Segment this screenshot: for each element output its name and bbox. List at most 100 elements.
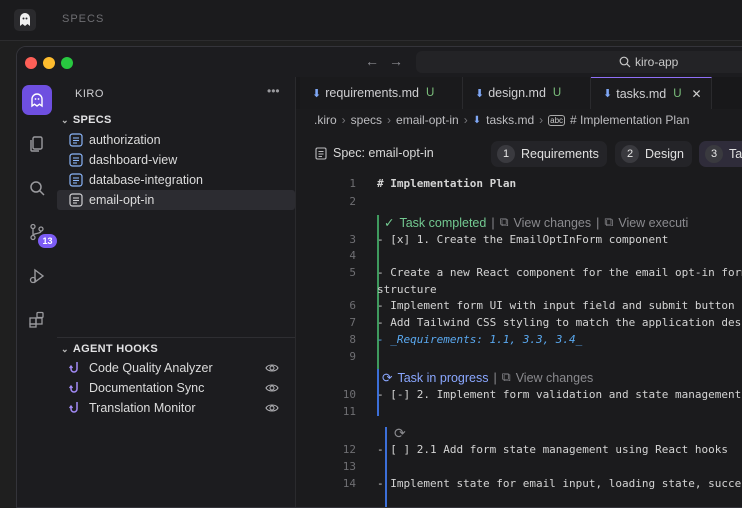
- subtask-codelens: ⟳: [394, 425, 406, 442]
- chevron-right-icon: ›: [539, 113, 544, 127]
- check-icon: ✓: [384, 216, 395, 230]
- sidebar-title: KIRO: [75, 88, 104, 100]
- kiro-logo-icon: [14, 9, 36, 31]
- close-tab-icon[interactable]: ✕: [692, 87, 702, 101]
- task-in-progress-codelens: ⟳ Task in progress | ⧉ View changes: [382, 370, 593, 385]
- spec-item-authorization[interactable]: authorization: [57, 130, 295, 150]
- view-changes-icon: ⧉: [501, 370, 511, 384]
- spec-item-label: dashboard-view: [89, 153, 178, 167]
- step-requirements[interactable]: 1 Requirements: [491, 141, 607, 167]
- app-window: ← → kiro-app 13 KIRO ••• ⌄ SPECS authori…: [16, 46, 742, 508]
- chevron-right-icon: ›: [463, 113, 468, 127]
- back-arrow-icon[interactable]: ←: [365, 53, 379, 69]
- activity-explorer[interactable]: [22, 129, 52, 159]
- markdown-download-icon: ⬇: [475, 87, 485, 100]
- sync-icon: ⟳: [382, 371, 393, 385]
- breadcrumb-item[interactable]: .kiro: [314, 113, 337, 127]
- search-icon: [619, 56, 631, 68]
- step-label: Requirements: [521, 147, 599, 161]
- code-line: - [x] 1. Create the EmailOptInForm compo…: [377, 233, 669, 246]
- outer-title: SPECS: [62, 13, 105, 25]
- editor-area: ⬇ requirements.md U ⬇ design.md U ⬇ task…: [296, 77, 742, 507]
- line-number: 12: [342, 443, 356, 456]
- symbol-string-icon: abc: [548, 114, 566, 126]
- agent-hooks-section-header[interactable]: ⌄ AGENT HOOKS: [61, 343, 158, 355]
- line-number: 9: [349, 350, 356, 363]
- tab-requirements[interactable]: ⬇ requirements.md U: [300, 77, 463, 109]
- document-icon: [315, 146, 327, 160]
- activity-bar: 13: [17, 77, 57, 507]
- hook-item-code-quality-analyzer[interactable]: Code Quality Analyzer: [57, 358, 295, 378]
- close-window-button[interactable]: [25, 57, 37, 69]
- step-label: Task: [729, 147, 742, 161]
- activity-search[interactable]: [22, 173, 52, 203]
- command-search[interactable]: kiro-app: [416, 51, 742, 73]
- specs-section-header[interactable]: ⌄ SPECS: [61, 114, 112, 126]
- sync-icon: ⟳: [394, 425, 406, 441]
- tab-design[interactable]: ⬇ design.md U: [463, 77, 591, 109]
- view-execution-link[interactable]: View executi: [618, 216, 688, 230]
- spec-item-database-integration[interactable]: database-integration: [57, 170, 295, 190]
- code-line: structure: [377, 283, 437, 296]
- eye-icon[interactable]: [265, 402, 279, 414]
- tab-tasks[interactable]: ⬇ tasks.md U ✕: [591, 77, 712, 109]
- chevron-down-icon: ⌄: [61, 343, 69, 354]
- code-line: - _Requirements: 1.1, 3.3, 3.4_: [377, 333, 583, 346]
- codelens-separator: |: [491, 215, 495, 230]
- spec-item-dashboard-view[interactable]: dashboard-view: [57, 150, 295, 170]
- tab-label: design.md: [488, 86, 546, 100]
- spec-document-icon: [69, 153, 83, 167]
- chevron-right-icon: ›: [341, 113, 346, 127]
- markdown-download-icon: ⬇: [312, 87, 322, 100]
- breadcrumb: .kiro › specs › email-opt-in › ⬇ tasks.m…: [314, 113, 689, 127]
- task-completed-codelens: ✓ Task completed | ⧉ View changes | ⧉ Vi…: [384, 215, 688, 230]
- outer-header: SPECS: [0, 0, 742, 41]
- step-task[interactable]: 3 Task: [699, 141, 742, 167]
- markdown-download-icon: ⬇: [472, 114, 482, 126]
- activity-kiro[interactable]: [22, 85, 52, 115]
- eye-icon[interactable]: [265, 382, 279, 394]
- line-number: 4: [349, 249, 356, 262]
- more-actions-icon[interactable]: •••: [267, 84, 280, 98]
- code-line: - Implement form UI with input field and…: [377, 299, 735, 312]
- view-changes-link[interactable]: View changes: [516, 371, 594, 385]
- markdown-download-icon: ⬇: [603, 88, 613, 100]
- debug-icon: [29, 268, 45, 284]
- untracked-mark: U: [426, 87, 435, 99]
- spec-item-label: email-opt-in: [89, 193, 155, 207]
- hook-icon: [69, 362, 78, 373]
- breadcrumb-item[interactable]: tasks.md: [486, 113, 534, 127]
- minimize-window-button[interactable]: [43, 57, 55, 69]
- breadcrumb-heading[interactable]: # Implementation Plan: [570, 113, 689, 127]
- line-number: 3: [349, 233, 356, 246]
- activity-run-debug[interactable]: [22, 261, 52, 291]
- code-line: - Add Tailwind CSS styling to match the …: [377, 316, 742, 329]
- hook-item-documentation-sync[interactable]: Documentation Sync: [57, 378, 295, 398]
- extensions-icon: [29, 311, 44, 328]
- activity-source-control[interactable]: 13: [22, 217, 57, 248]
- breadcrumb-item[interactable]: email-opt-in: [396, 113, 459, 127]
- eye-icon[interactable]: [265, 362, 279, 374]
- code-line: - [ ] 2.1 Add form state management usin…: [377, 443, 728, 456]
- line-number: 2: [349, 195, 356, 208]
- hook-item-translation-monitor[interactable]: Translation Monitor: [57, 398, 295, 418]
- hook-icon: [69, 382, 78, 393]
- view-changes-link[interactable]: View changes: [514, 216, 592, 230]
- code-editor[interactable]: 1 2 3 4 5 6 7 8 9 10 11 12 13 14 # Imple…: [296, 177, 742, 507]
- source-control-badge: 13: [38, 234, 57, 248]
- step-label: Design: [645, 147, 684, 161]
- line-number: 1: [349, 177, 356, 190]
- forward-arrow-icon[interactable]: →: [389, 53, 403, 69]
- activity-extensions[interactable]: [22, 305, 52, 335]
- line-number: 5: [349, 266, 356, 279]
- search-text: kiro-app: [635, 55, 679, 69]
- breadcrumb-item[interactable]: specs: [351, 113, 382, 127]
- line-number: 13: [342, 460, 356, 473]
- maximize-window-button[interactable]: [61, 57, 73, 69]
- titlebar: ← → kiro-app: [17, 47, 742, 77]
- search-icon: [30, 181, 45, 196]
- task-in-progress-label: Task in progress: [397, 370, 489, 385]
- step-design[interactable]: 2 Design: [615, 141, 692, 167]
- tab-label: tasks.md: [616, 86, 667, 101]
- spec-item-email-opt-in[interactable]: email-opt-in: [57, 190, 295, 210]
